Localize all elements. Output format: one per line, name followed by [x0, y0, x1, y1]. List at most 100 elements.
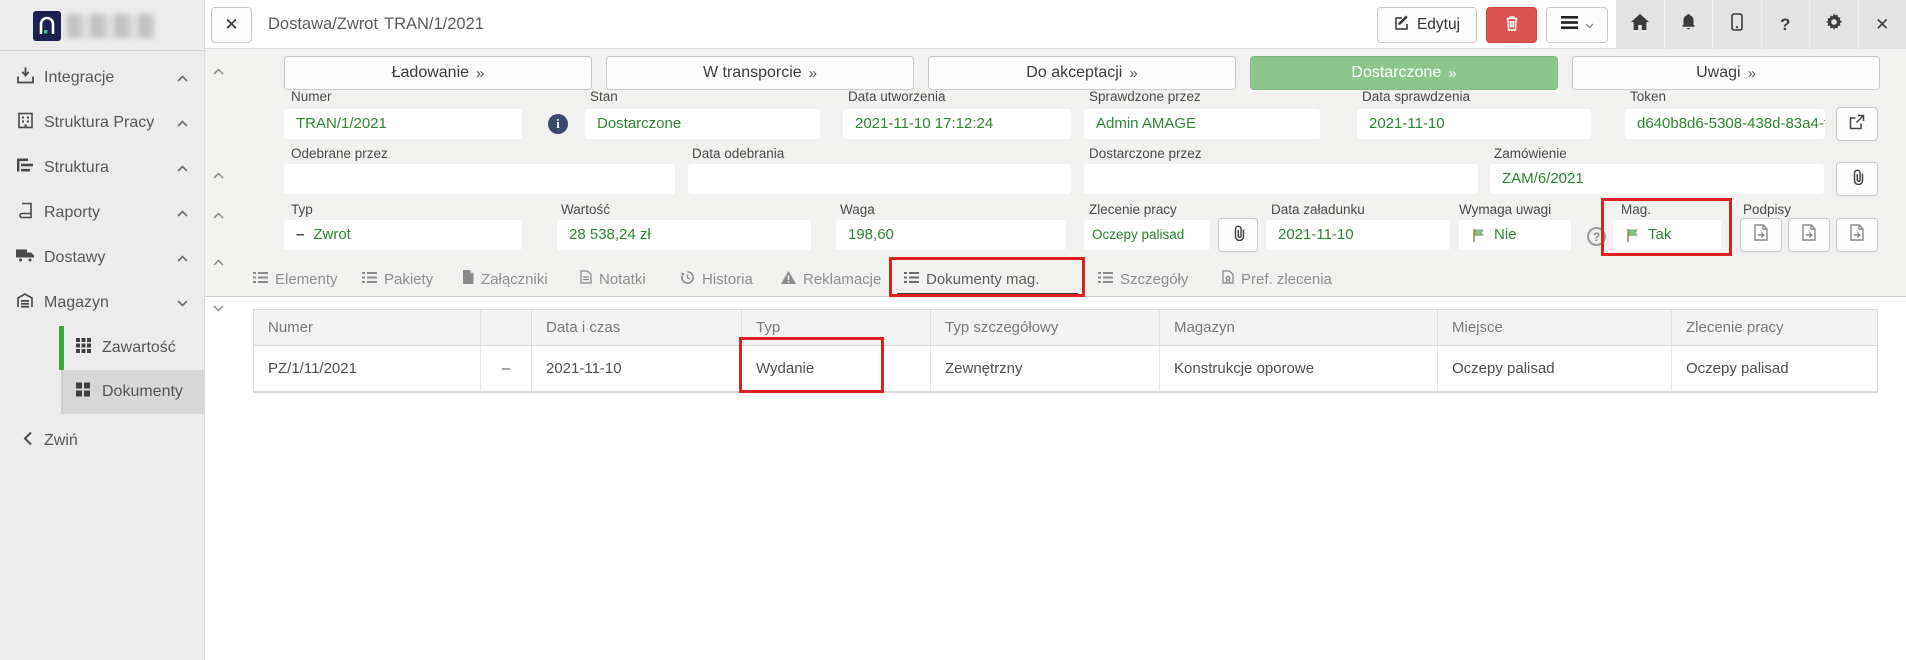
field-label: Data załadunku [1271, 202, 1365, 217]
sidebar-item-zawartosc[interactable]: Zawartość [63, 326, 205, 370]
close-icon: ✕ [1875, 15, 1889, 35]
tab-pref-zlecenia[interactable]: Pref. zlecenia [1222, 261, 1332, 297]
wartosc-field[interactable]: 28 538,24 zł [557, 220, 811, 250]
close-app-button[interactable]: ✕ [1858, 0, 1906, 49]
dostarczone-przez-field[interactable] [1084, 164, 1478, 194]
signature-button-1[interactable] [1740, 218, 1782, 252]
sidebar-item-dostawy[interactable]: Dostawy [0, 236, 205, 280]
section-collapse-icon[interactable] [213, 62, 225, 80]
grid-9-icon [76, 338, 91, 358]
workflow-step-w-transporcie[interactable]: W transporcie » [606, 56, 914, 90]
field-label: Wymaga uwagi [1459, 202, 1551, 217]
tree-icon [15, 159, 35, 178]
cell-magazyn: Konstrukcje oporowe [1160, 346, 1438, 392]
workflow-step-do-akceptacji[interactable]: Do akceptacji » [928, 56, 1236, 90]
tab-label: Dokumenty mag. [926, 271, 1039, 288]
info-icon[interactable]: i [548, 114, 568, 134]
chevron-down-icon [177, 294, 188, 312]
sidebar-item-raporty[interactable]: Raporty [0, 191, 205, 235]
workflow-step-dostarczone[interactable]: Dostarczone » [1250, 56, 1558, 90]
signature-button-3[interactable] [1836, 218, 1878, 252]
data-odebrania-field[interactable] [688, 164, 1071, 194]
workflow-step-ladowanie[interactable]: Ładowanie » [284, 56, 592, 90]
sidebar-item-struktura[interactable]: Struktura [0, 146, 205, 190]
chevron-up-icon [177, 159, 188, 177]
tab-zalaczniki[interactable]: Załączniki [462, 261, 548, 297]
mobile-button[interactable] [1712, 0, 1761, 49]
notifications-button[interactable] [1664, 0, 1713, 49]
section-collapse-icon[interactable] [213, 206, 225, 224]
sidebar-item-magazyn[interactable]: Magazyn [0, 281, 205, 325]
zamowienie-link-button[interactable] [1836, 162, 1878, 196]
more-actions-menu-button[interactable] [1546, 7, 1608, 43]
cell-typ-szczegolowy: Zewnętrzny [931, 346, 1160, 392]
tab-historia[interactable]: Historia [680, 261, 753, 297]
column-header-icon[interactable] [481, 310, 532, 346]
workflow-step-label: Do akceptacji [1026, 64, 1122, 82]
tab-elementy[interactable]: Elementy [253, 261, 338, 297]
token-field[interactable]: d640b8d6-5308-438d-83a4-f [1625, 109, 1825, 139]
sidebar-item-struktura-pracy[interactable]: Struktura Pracy [0, 101, 205, 145]
column-header-typ[interactable]: Typ [742, 310, 931, 346]
signature-button-2[interactable] [1788, 218, 1830, 252]
zamowienie-field[interactable]: ZAM/6/2021 [1490, 164, 1824, 194]
column-header-data-i-czas[interactable]: Data i czas [532, 310, 742, 346]
stan-field[interactable]: Dostarczone [585, 109, 820, 139]
column-header-miejsce[interactable]: Miejsce [1438, 310, 1672, 346]
delete-button[interactable] [1486, 7, 1537, 43]
waga-field[interactable]: 198,60 [836, 220, 1066, 250]
sidebar-item-label: Dokumenty [102, 370, 183, 414]
chevron-up-icon [177, 204, 188, 222]
zlecenie-link-button[interactable] [1218, 218, 1258, 252]
section-collapse-icon[interactable] [213, 253, 225, 271]
home-button[interactable] [1616, 0, 1664, 49]
chevron-left-icon [17, 432, 37, 451]
sidebar-item-label: Integracje [44, 56, 114, 100]
tab-dokumenty-mag[interactable]: Dokumenty mag. [904, 261, 1039, 297]
field-label: Token [1630, 89, 1666, 104]
column-header-zlecenie-pracy[interactable]: Zlecenie pracy [1672, 310, 1877, 346]
section-collapse-icon[interactable] [213, 166, 225, 184]
field-label: Mag. [1621, 202, 1651, 217]
sprawdzone-przez-field[interactable]: Admin AMAGE [1084, 109, 1320, 139]
workflow-step-label: W transporcie [703, 64, 802, 82]
column-header-magazyn[interactable]: Magazyn [1160, 310, 1438, 346]
open-token-button[interactable] [1836, 107, 1878, 141]
tab-szczegoly[interactable]: Szczegóły [1098, 261, 1188, 297]
tab-pakiety[interactable]: Pakiety [362, 261, 433, 297]
sidebar-collapse-button[interactable]: Zwiń [0, 419, 205, 463]
help-button[interactable]: ? [1761, 0, 1810, 49]
odebrane-przez-field[interactable] [284, 164, 675, 194]
typ-field[interactable]: –Zwrot [284, 220, 522, 250]
tab-reklamacje[interactable]: Reklamacje [781, 261, 881, 297]
wymaga-uwagi-field[interactable]: Nie [1459, 220, 1571, 250]
column-header-numer[interactable]: Numer [254, 310, 481, 346]
tab-notatki[interactable]: Notatki [580, 261, 646, 297]
numer-field[interactable]: TRAN/1/2021 [284, 109, 522, 139]
close-record-button[interactable]: ✕ [211, 7, 252, 43]
settings-button[interactable] [1809, 0, 1858, 49]
section-expand-icon[interactable] [213, 299, 225, 317]
zlecenie-pracy-field[interactable]: Oczepy palisad [1084, 220, 1210, 250]
help-circle-icon[interactable]: ? [1587, 227, 1606, 246]
file-export-icon [1802, 224, 1816, 246]
sidebar-item-label: Zwiń [44, 419, 78, 463]
data-sprawdzenia-field[interactable]: 2021-11-10 [1357, 109, 1591, 139]
mag-field[interactable]: Tak [1613, 220, 1721, 250]
app-logo[interactable] [33, 11, 61, 41]
column-header-typ-szczegolowy[interactable]: Typ szczegółowy [931, 310, 1160, 346]
active-tab-indicator [897, 293, 1078, 297]
workflow-step-uwagi[interactable]: Uwagi » [1572, 56, 1880, 90]
sidebar-item-dokumenty[interactable]: Dokumenty [63, 370, 205, 414]
table-row[interactable]: PZ/1/11/2021 – 2021-11-10 Wydanie Zewnęt… [254, 346, 1877, 392]
close-icon: ✕ [224, 15, 238, 35]
cell-miejsce: Oczepy palisad [1438, 346, 1672, 392]
field-label: Zlecenie pracy [1089, 202, 1177, 217]
home-icon [1631, 14, 1649, 35]
edit-button[interactable]: Edytuj [1377, 7, 1477, 43]
double-chevron-icon: » [1129, 65, 1137, 82]
sidebar: Integracje Struktura Pracy Struktura Rap… [0, 0, 205, 660]
sidebar-item-integracje[interactable]: Integracje [0, 56, 205, 100]
data-utworzenia-field[interactable]: 2021-11-10 17:12:24 [843, 109, 1071, 139]
data-zaladunku-field[interactable]: 2021-11-10 [1266, 220, 1450, 250]
